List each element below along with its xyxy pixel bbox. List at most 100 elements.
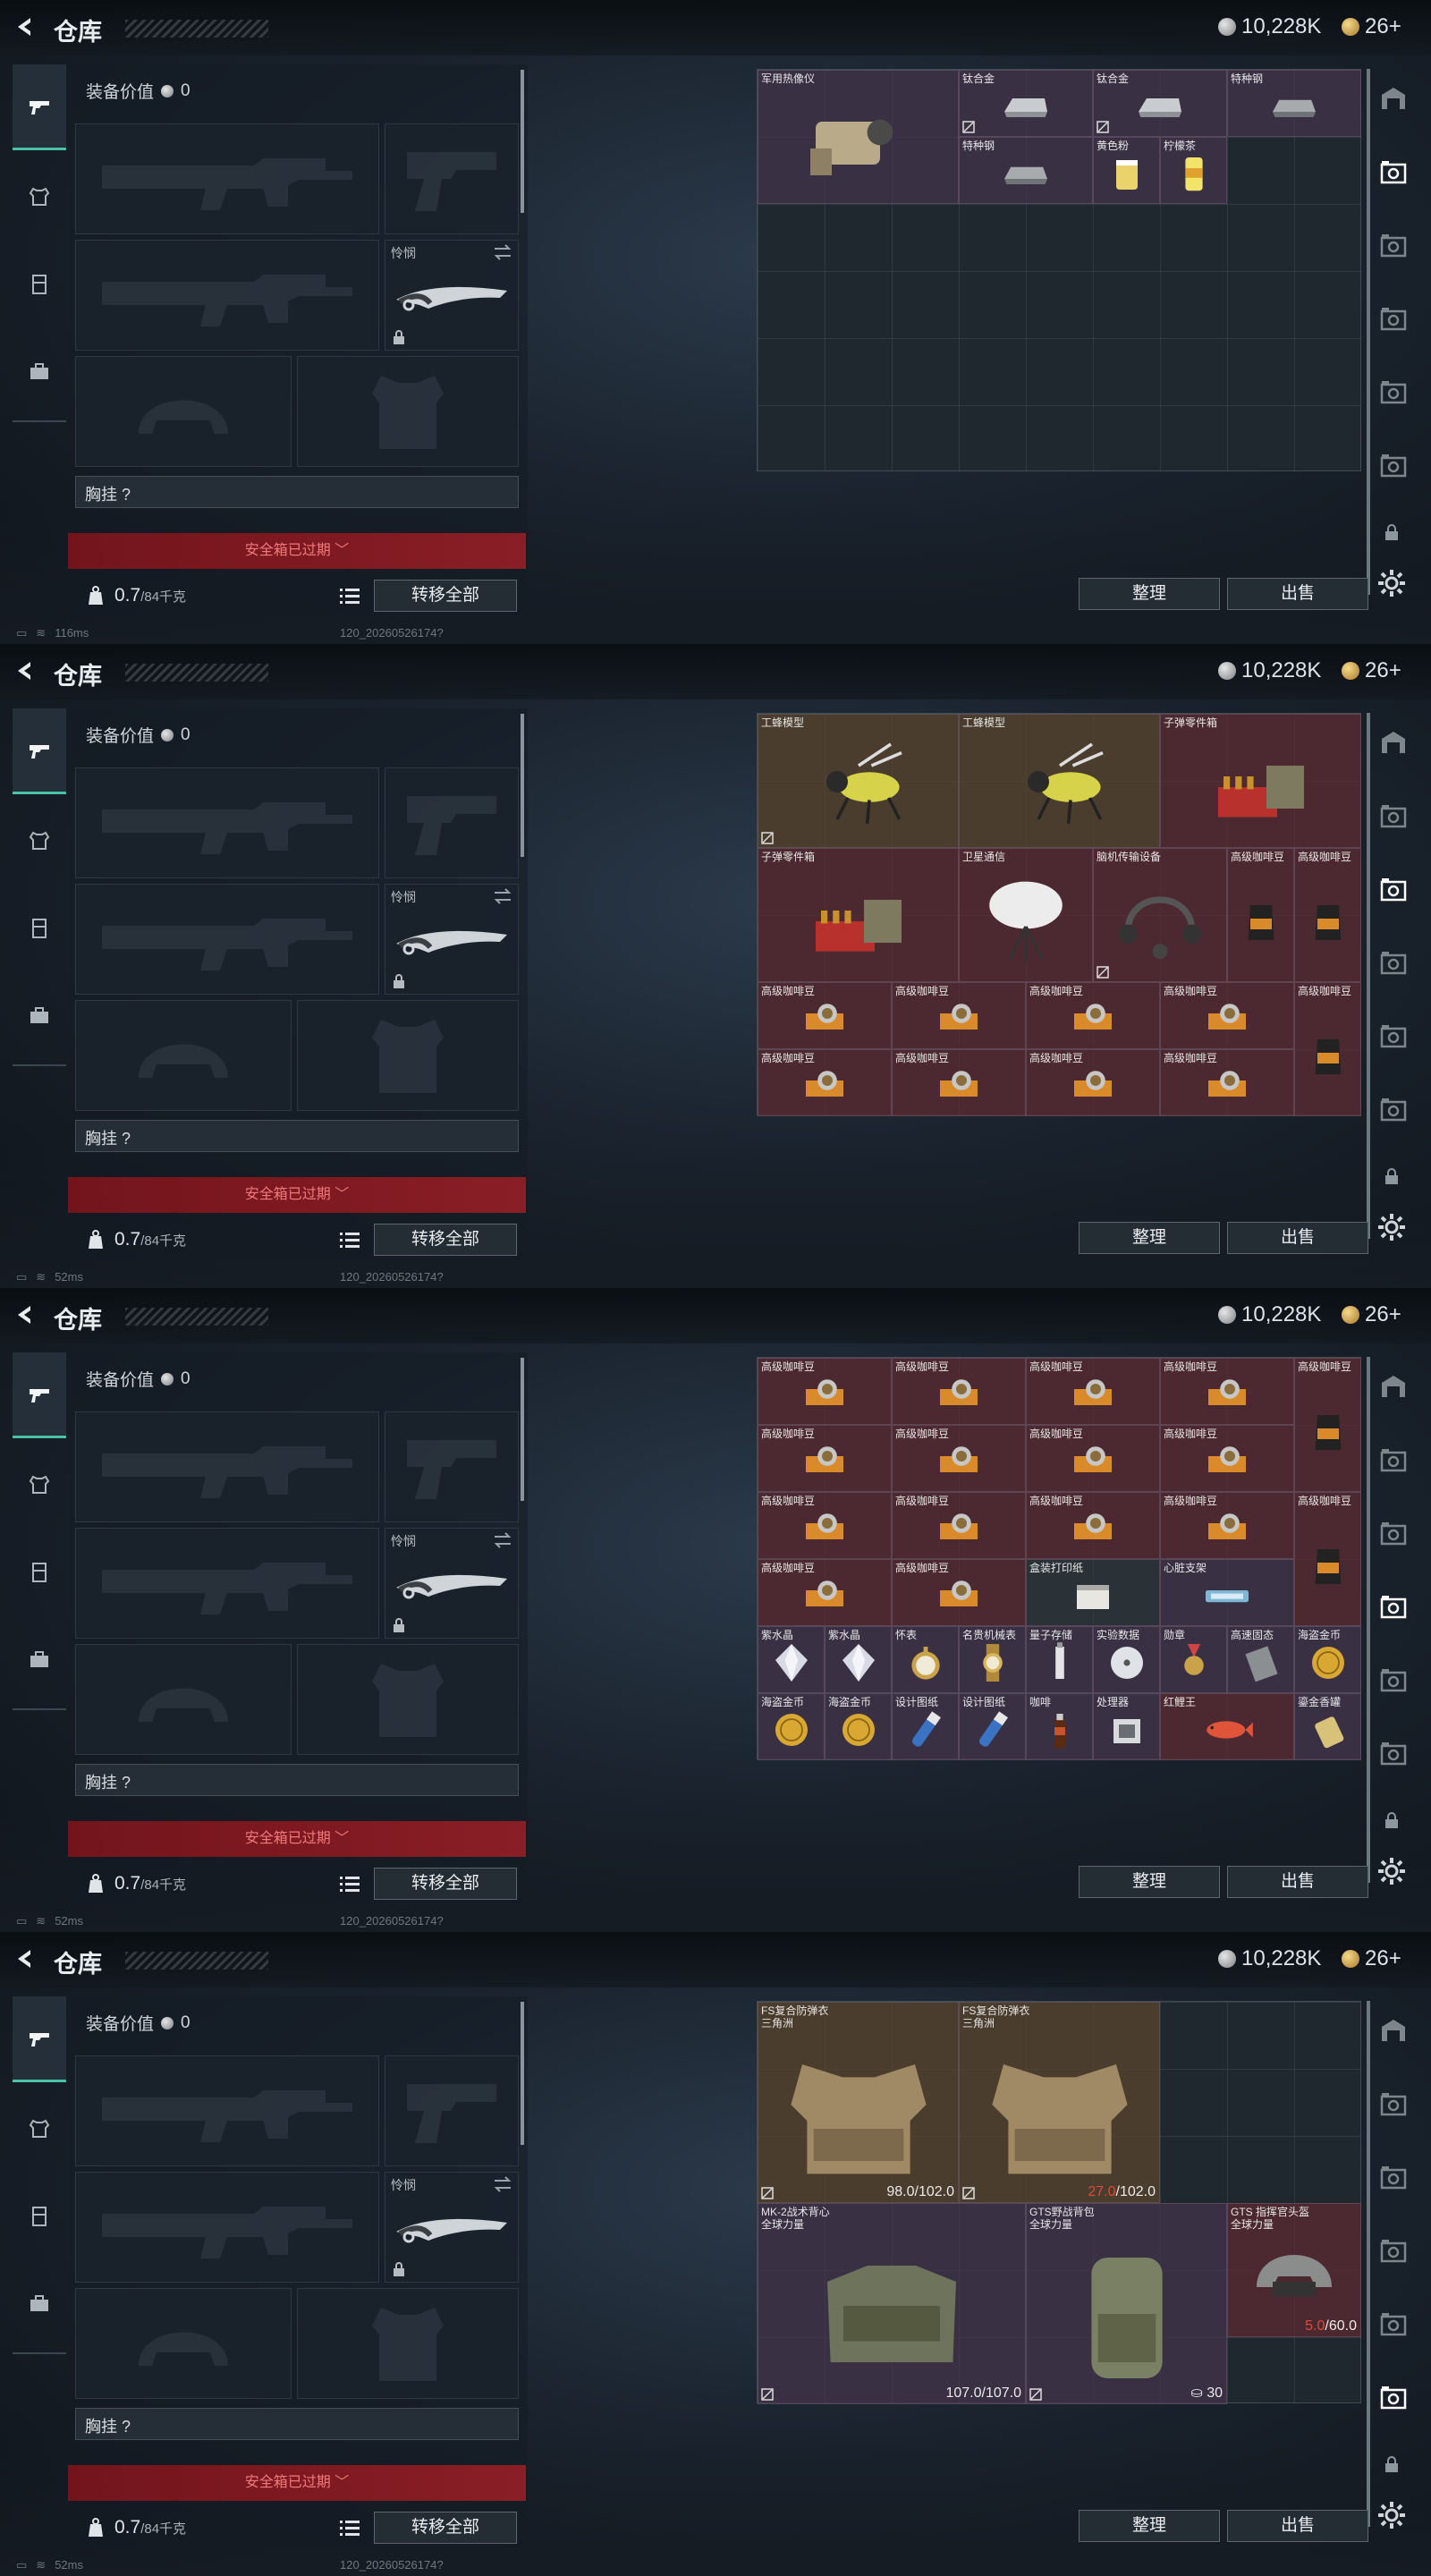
inventory-item[interactable]: 设计图纸 <box>892 1693 959 1760</box>
tab-rig[interactable] <box>13 2174 66 2259</box>
back-arrow-icon[interactable] <box>13 658 38 683</box>
equipment-scrollbar[interactable] <box>521 714 524 857</box>
primary-weapon-slot-2[interactable] <box>75 2172 379 2283</box>
primary-weapon-slot[interactable] <box>75 767 379 878</box>
warehouse-home-tab[interactable] <box>1375 80 1412 118</box>
inventory-item[interactable]: 怀表 <box>892 1626 959 1693</box>
warehouse-page-tab-2[interactable] <box>1375 2159 1412 2197</box>
tab-backpack[interactable] <box>13 2261 66 2347</box>
inventory-item[interactable]: 高级咖啡豆 <box>758 1559 892 1626</box>
primary-weapon-slot-2[interactable] <box>75 884 379 995</box>
back-arrow-icon[interactable] <box>13 14 38 39</box>
inventory-item[interactable]: 柠檬茶 <box>1160 137 1227 204</box>
tab-weapons[interactable] <box>13 708 66 794</box>
secondary-weapon-slot[interactable] <box>385 2055 519 2166</box>
inventory-item[interactable]: 高级咖啡豆 <box>1294 1492 1361 1626</box>
inventory-item[interactable]: 高级咖啡豆 <box>1294 848 1361 982</box>
warehouse-home-tab[interactable] <box>1375 2012 1412 2050</box>
tab-backpack[interactable] <box>13 973 66 1059</box>
inventory-item[interactable]: 卫星通信 <box>959 848 1093 982</box>
inventory-item[interactable]: 紫水晶 <box>825 1626 892 1693</box>
tab-armor[interactable] <box>13 1442 66 1528</box>
back-arrow-icon[interactable] <box>13 1946 38 1971</box>
warehouse-page-tab-3[interactable] <box>1375 945 1412 982</box>
sell-button[interactable]: 出售 <box>1227 578 1368 610</box>
inventory-item[interactable]: 工蜂模型 <box>758 714 959 848</box>
gear-icon[interactable] <box>1376 1211 1408 1243</box>
inventory-item[interactable]: 海盗金币 <box>758 1693 825 1760</box>
warehouse-grid[interactable]: FS复合防弹衣 三角洲 98.0/102.0 FS复合防弹衣 三角洲 27.0/102… <box>757 2001 1361 2404</box>
inventory-item[interactable]: 高级咖啡豆 <box>1160 1425 1294 1492</box>
inventory-item[interactable]: 高级咖啡豆 <box>1294 1358 1361 1492</box>
inventory-item[interactable]: GTS野战背包 全球力量 ⛀ 30 <box>1026 2203 1227 2404</box>
gear-icon[interactable] <box>1376 1855 1408 1887</box>
warehouse-page-tab-4[interactable] <box>1375 1018 1412 1055</box>
melee-slot[interactable]: 怜悯 <box>385 884 519 995</box>
warehouse-page-tab-4[interactable] <box>1375 2306 1412 2343</box>
tab-weapons[interactable] <box>13 1352 66 1438</box>
primary-weapon-slot[interactable] <box>75 123 379 234</box>
inventory-item[interactable]: 高级咖啡豆 <box>1026 1425 1160 1492</box>
gear-icon[interactable] <box>1376 2499 1408 2531</box>
inventory-item[interactable]: 钛合金 <box>959 70 1093 137</box>
transfer-all-button[interactable]: 转移全部 <box>374 580 517 612</box>
secondary-weapon-slot[interactable] <box>385 123 519 234</box>
warehouse-page-tab-1[interactable] <box>1375 1442 1412 1479</box>
inventory-item[interactable]: 高级咖啡豆 <box>892 1559 1026 1626</box>
inventory-item[interactable]: GTS 指挥官头盔 全球力量 5.0/60.0 <box>1227 2203 1361 2337</box>
chest-rig-bar[interactable]: 胸挂 ? <box>75 476 519 508</box>
sort-button[interactable]: 整理 <box>1079 578 1220 610</box>
safe-box-expired-bar[interactable]: 安全箱已过期 ﹀ <box>68 1177 526 1213</box>
inventory-item[interactable]: 红鲤王 <box>1160 1693 1294 1760</box>
warehouse-page-tab-5[interactable] <box>1375 2379 1412 2417</box>
inventory-item[interactable]: 黄色粉 <box>1093 137 1160 204</box>
warehouse-page-tab-2[interactable] <box>1375 227 1412 265</box>
chest-rig-bar[interactable]: 胸挂 ? <box>75 1764 519 1796</box>
warehouse-page-tab-5[interactable] <box>1375 1091 1412 1129</box>
inventory-item[interactable]: FS复合防弹衣 三角洲 27.0/102.0 <box>959 2002 1160 2203</box>
sell-button[interactable]: 出售 <box>1227 1222 1368 1254</box>
sort-button[interactable]: 整理 <box>1079 1222 1220 1254</box>
inventory-item[interactable]: MK-2战术背心 全球力量 107.0/107.0 <box>758 2203 1026 2404</box>
swap-icon[interactable] <box>493 888 512 904</box>
swap-icon[interactable] <box>493 244 512 260</box>
inventory-item[interactable]: 高级咖啡豆 <box>758 1492 892 1559</box>
inventory-item[interactable]: 高速固态 <box>1227 1626 1294 1693</box>
warehouse-page-tab-5[interactable] <box>1375 1735 1412 1773</box>
equipment-scrollbar[interactable] <box>521 2002 524 2145</box>
warehouse-page-tab-4[interactable] <box>1375 374 1412 411</box>
tab-armor[interactable] <box>13 798 66 884</box>
inventory-item[interactable]: 高级咖啡豆 <box>758 1049 892 1116</box>
inventory-item[interactable]: 高级咖啡豆 <box>1160 1358 1294 1425</box>
inventory-item[interactable]: 高级咖啡豆 <box>892 1049 1026 1116</box>
primary-weapon-slot-2[interactable] <box>75 240 379 351</box>
inventory-item[interactable]: 工蜂模型 <box>959 714 1160 848</box>
inventory-item[interactable]: 名贵机械表 <box>959 1626 1026 1693</box>
melee-slot[interactable]: 怜悯 <box>385 240 519 351</box>
inventory-item[interactable]: 高级咖啡豆 <box>1294 982 1361 1116</box>
inventory-item[interactable]: 高级咖啡豆 <box>758 982 892 1049</box>
melee-slot[interactable]: 怜悯 <box>385 1528 519 1639</box>
swap-icon[interactable] <box>493 1532 512 1548</box>
inventory-item[interactable]: 咖啡 <box>1026 1693 1093 1760</box>
primary-weapon-slot-2[interactable] <box>75 1528 379 1639</box>
inventory-item[interactable]: 设计图纸 <box>959 1693 1026 1760</box>
tab-rig[interactable] <box>13 1530 66 1615</box>
inventory-item[interactable]: 特种钢 <box>959 137 1093 204</box>
warehouse-scrollbar[interactable] <box>1367 2001 1370 2527</box>
body-armor-slot[interactable] <box>297 356 519 467</box>
list-icon[interactable] <box>340 2519 360 2537</box>
helmet-slot[interactable] <box>75 1000 292 1111</box>
primary-weapon-slot[interactable] <box>75 2055 379 2166</box>
tab-rig[interactable] <box>13 242 66 327</box>
inventory-item[interactable]: 高级咖啡豆 <box>758 1358 892 1425</box>
inventory-item[interactable]: 高级咖啡豆 <box>892 1492 1026 1559</box>
inventory-item[interactable]: 高级咖啡豆 <box>892 982 1026 1049</box>
inventory-item[interactable]: 高级咖啡豆 <box>1160 1492 1294 1559</box>
warehouse-page-tab-3[interactable] <box>1375 301 1412 338</box>
warehouse-scrollbar[interactable] <box>1367 713 1370 1239</box>
back-arrow-icon[interactable] <box>13 1302 38 1327</box>
equipment-scrollbar[interactable] <box>521 1358 524 1501</box>
inventory-item[interactable]: 紫水晶 <box>758 1626 825 1693</box>
chest-rig-bar[interactable]: 胸挂 ? <box>75 1120 519 1152</box>
